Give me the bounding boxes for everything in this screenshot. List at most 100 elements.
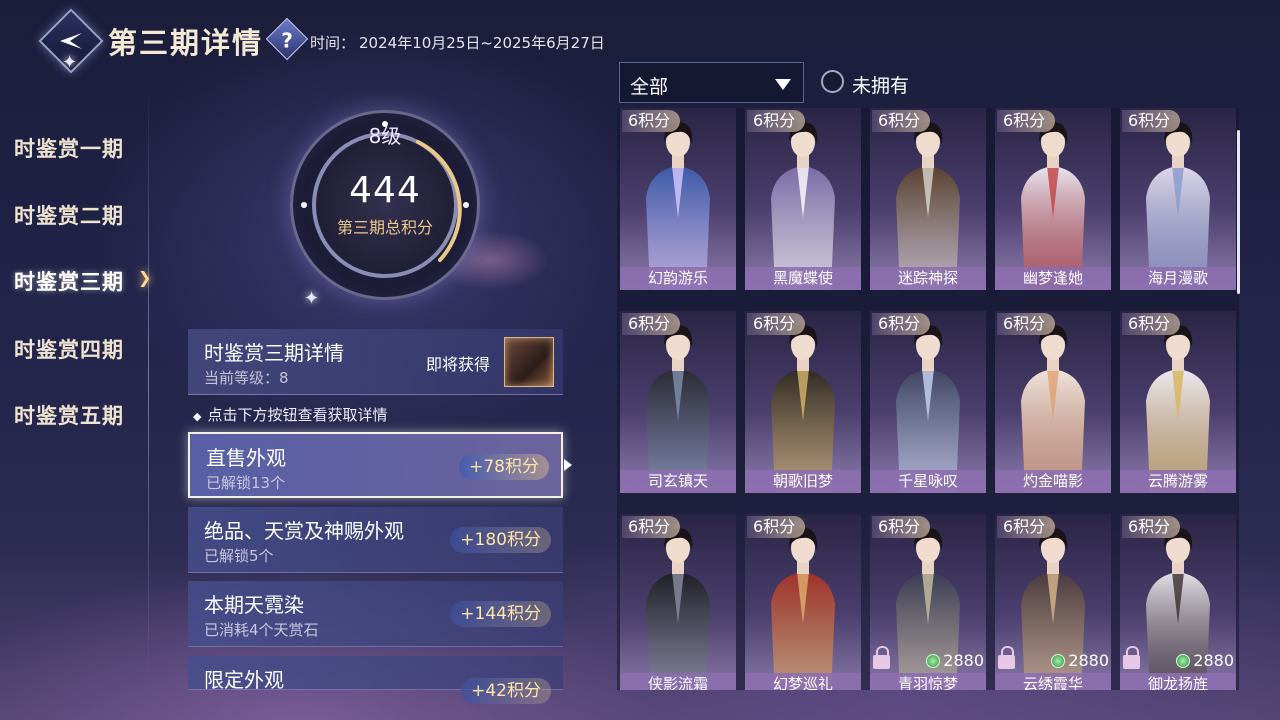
nav-item-period-3[interactable]: 时鉴赏三期 (14, 266, 124, 296)
points-badge: +42积分 (461, 678, 551, 704)
nav-item-period-4[interactable]: 时鉴赏四期 (14, 334, 124, 364)
outfit-card[interactable]: 6积分司玄镇天 (620, 311, 736, 493)
level-label: 8级 (368, 124, 402, 148)
outfit-name: 幽梦逢她 (995, 267, 1111, 290)
selected-arrow-icon (564, 459, 572, 471)
outfit-name: 灼金喵影 (995, 470, 1111, 493)
outfit-name: 幻韵游乐 (620, 267, 736, 290)
points-badge: 6积分 (1122, 110, 1181, 132)
total-points: 444 (349, 170, 421, 211)
character-portrait (896, 122, 960, 290)
outfit-card[interactable]: 6积分千星咏叹 (870, 311, 986, 493)
outfit-name: 海月漫歌 (1120, 267, 1236, 290)
points-source-card[interactable]: 直售外观 已解锁13个 +78积分 (188, 432, 563, 498)
price: 2880 (1051, 651, 1109, 670)
not-owned-label[interactable]: 未拥有 (852, 71, 909, 98)
page-title: 第三期详情 (108, 26, 264, 60)
outfit-card[interactable]: 6积分迷踪神探 (870, 108, 986, 290)
level-ring: 8级 444 第三期总积分 (290, 110, 480, 300)
outfit-name: 司玄镇天 (620, 470, 736, 493)
outfit-card[interactable]: 6积分 2880 云绣霞华 (995, 514, 1111, 690)
points-badge: 6积分 (622, 110, 681, 132)
points-badge: 6积分 (622, 313, 681, 335)
outfit-name: 云绣霞华 (995, 673, 1111, 690)
jade-coin-icon (1176, 654, 1191, 668)
period-detail-box[interactable]: 时鉴赏三期详情 当前等级：8 即将获得 (188, 329, 563, 395)
back-arrow-icon (60, 33, 82, 49)
outfit-name: 黑魔蝶使 (745, 267, 861, 290)
outfit-card[interactable]: 6积分海月漫歌 (1120, 108, 1236, 290)
sparkle-icon: ✦ (304, 288, 320, 309)
points-badge: +180积分 (450, 527, 551, 553)
outfit-card[interactable]: 6积分黑魔蝶使 (745, 108, 861, 290)
caret-down-icon (775, 79, 791, 90)
reward-thumbnail[interactable] (504, 337, 554, 387)
points-badge: 6积分 (622, 516, 681, 538)
outfit-name: 迷踪神探 (870, 267, 986, 290)
nav-item-period-5[interactable]: 时鉴赏五期 (14, 400, 124, 430)
character-portrait (896, 325, 960, 493)
outfit-name: 侠影流霜 (620, 673, 736, 690)
price-value: 2880 (943, 651, 984, 670)
points-badge: 6积分 (997, 516, 1056, 538)
outfit-card[interactable]: 6积分 2880 青羽惊梦 (870, 514, 986, 690)
hint-label: 点击下方按钮查看获取详情 (207, 406, 388, 424)
outfit-card[interactable]: 6积分幻梦巡礼 (745, 514, 861, 690)
character-portrait (1021, 122, 1085, 290)
outfit-name: 云腾游雾 (1120, 470, 1236, 493)
outfit-card[interactable]: 6积分侠影流霜 (620, 514, 736, 690)
jade-coin-icon (926, 654, 941, 668)
outfit-card[interactable]: 6积分朝歌旧梦 (745, 311, 861, 493)
question-icon: ? (281, 28, 293, 53)
card-title: 绝品、天赏及神赐外观 (204, 519, 404, 543)
outfit-name: 千星咏叹 (870, 470, 986, 493)
character-portrait (771, 325, 835, 493)
points-badge: 6积分 (872, 110, 931, 132)
points-source-card[interactable]: 本期天霓染 已消耗4个天赏石 +144积分 (188, 581, 563, 647)
outfit-name: 幻梦巡礼 (745, 673, 861, 690)
jade-coin-icon (1051, 654, 1066, 668)
outfit-name: 青羽惊梦 (870, 673, 986, 690)
outfit-card[interactable]: 6积分 幽梦逢她 (995, 108, 1111, 290)
price-value: 2880 (1193, 651, 1234, 670)
event-period: 时间： 2024年10月25日~2025年6月27日 (310, 32, 605, 53)
outfit-name: 朝歌旧梦 (745, 470, 861, 493)
not-owned-radio[interactable] (821, 70, 844, 93)
points-badge: 6积分 (997, 313, 1056, 335)
help-button[interactable]: ? (265, 17, 309, 61)
points-badge: 6积分 (1122, 516, 1181, 538)
current-level: 当前等级：8 (204, 369, 289, 387)
points-badge: 6积分 (747, 516, 806, 538)
outfit-card[interactable]: 6积分云腾游雾 (1120, 311, 1236, 493)
period-value: 2024年10月25日~2025年6月27日 (359, 34, 605, 52)
nav-divider (148, 80, 149, 680)
outfit-card[interactable]: 6积分 2880 御龙扬旌 (1120, 514, 1236, 690)
nav-item-period-2[interactable]: 时鉴赏二期 (14, 200, 124, 230)
dropdown-value: 全部 (630, 76, 669, 98)
points-badge: 6积分 (872, 313, 931, 335)
points-source-card[interactable]: 限定外观 +42积分 (188, 656, 563, 704)
points-source-card[interactable]: 绝品、天赏及神赐外观 已解锁5个 +180积分 (188, 507, 563, 573)
card-title: 限定外观 (204, 668, 284, 692)
character-portrait (1146, 325, 1210, 493)
points-badge: 6积分 (747, 110, 806, 132)
outfit-name: 御龙扬旌 (1120, 673, 1236, 690)
nav-item-period-1[interactable]: 时鉴赏一期 (14, 133, 124, 163)
points-badge: 6积分 (1122, 313, 1181, 335)
points-badge: 6积分 (747, 313, 806, 335)
period-label: 时间： (310, 34, 356, 52)
grid-scrollbar[interactable] (1237, 130, 1240, 294)
character-portrait (771, 528, 835, 690)
outfit-grid: 6积分 幻韵游乐 6积分 黑魔蝶使 6积分 迷踪神探 6积分 幽梦逢她 6积分 海月漫歌 6积分 司玄… (617, 108, 1239, 690)
lock-icon (998, 646, 1015, 669)
character-portrait (1021, 325, 1085, 493)
points-badge: 6积分 (872, 516, 931, 538)
sparkle-icon: ✦ (62, 52, 78, 73)
outfit-card[interactable]: 6积分灼金喵影 (995, 311, 1111, 493)
card-title: 本期天霓染 (204, 593, 304, 617)
outfit-card[interactable]: 6积分幻韵游乐 (620, 108, 736, 290)
character-portrait (646, 325, 710, 493)
points-badge: +144积分 (450, 601, 551, 627)
price: 2880 (926, 651, 984, 670)
category-dropdown[interactable]: 全部 (619, 62, 804, 103)
